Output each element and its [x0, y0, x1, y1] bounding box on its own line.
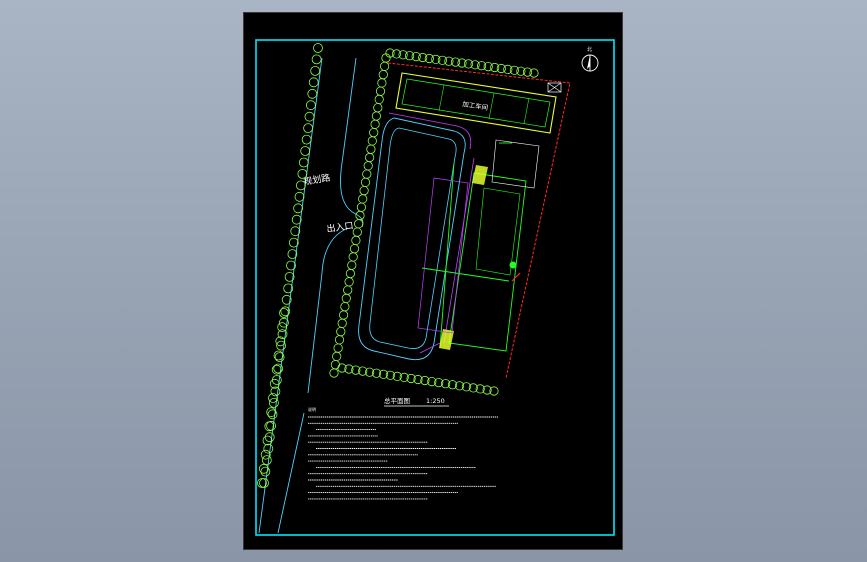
tree-icon — [301, 134, 312, 145]
tree-icon — [360, 177, 371, 187]
tree-icon — [374, 94, 384, 105]
tree-icon — [293, 203, 303, 214]
tree-icon — [366, 144, 376, 154]
cad-drawing-sheet: 北 加工车间 规划路 出入口 总平面图 1:250 说明 — [244, 13, 622, 549]
tree-icon — [291, 214, 302, 225]
tree-icon — [333, 343, 343, 353]
tree-icon — [367, 136, 377, 146]
tree-icon — [260, 449, 271, 460]
tree-icon — [365, 152, 375, 163]
tree-icon — [340, 302, 350, 312]
tree-icon — [529, 68, 539, 78]
tree-row — [257, 43, 539, 488]
tree-icon — [370, 119, 380, 129]
building-label: 加工车间 — [462, 99, 489, 112]
scale-title: 总平面图 1:250 — [384, 396, 449, 407]
tree-icon — [297, 168, 308, 179]
tree-icon — [264, 421, 275, 432]
tree-icon — [358, 194, 368, 204]
tree-icon — [294, 191, 305, 202]
tree-icon — [362, 169, 372, 179]
tree-icon — [288, 237, 299, 248]
planned-road — [258, 57, 364, 534]
tree-icon — [306, 100, 316, 111]
tree-icon — [262, 435, 273, 446]
scale-ratio-text: 1:250 — [426, 397, 445, 405]
tree-icon — [351, 235, 361, 245]
tree-icon — [352, 227, 362, 237]
tree-icon — [263, 443, 274, 454]
tree-icon — [369, 128, 379, 138]
tree-icon — [371, 111, 381, 121]
tree-icon — [266, 420, 277, 431]
tree-icon — [264, 432, 275, 443]
tree-icon — [258, 463, 269, 474]
tree-icon — [345, 268, 356, 279]
notes-heading: 说明 — [308, 406, 316, 412]
tree-icon — [308, 77, 319, 88]
entrance-label: 出入口 — [326, 219, 354, 235]
tree-icon — [304, 111, 315, 122]
tree-icon — [347, 260, 357, 270]
tree-icon — [375, 86, 386, 96]
tree-icon — [344, 277, 354, 287]
site-plan-drawing: 北 加工车间 规划路 出入口 总平面图 1:250 说明 — [255, 39, 615, 536]
tree-icon — [355, 210, 365, 221]
tree-icon — [348, 252, 358, 262]
tree-icon — [303, 123, 313, 133]
tree-icon — [259, 478, 269, 488]
tree-icon — [341, 293, 351, 303]
tree-icon — [330, 360, 341, 370]
tree-icon — [339, 310, 349, 320]
tree-icon — [290, 226, 301, 237]
tree-icon — [257, 478, 267, 488]
tree-icon — [359, 186, 369, 196]
tree-icon — [298, 157, 309, 168]
tree-icon — [354, 219, 364, 229]
tree-icon — [336, 326, 346, 337]
tree-icon — [313, 43, 323, 53]
tree-icon — [334, 335, 345, 345]
tree-icon — [349, 244, 360, 254]
tree-icon — [332, 351, 342, 361]
tree-icon — [380, 61, 390, 71]
design-notes: 说明 — [308, 406, 498, 500]
tree-icon — [377, 78, 387, 88]
north-label: 北 — [587, 46, 592, 53]
tree-icon — [266, 407, 277, 418]
running-track — [358, 112, 475, 361]
tree-icon — [373, 103, 383, 113]
tree-icon — [311, 54, 322, 65]
tree-icon — [356, 202, 367, 212]
tree-icon — [378, 69, 388, 80]
north-arrow-icon: 北 — [581, 46, 599, 72]
tree-icon — [300, 146, 311, 156]
tree-icon — [337, 318, 347, 328]
tree-icon — [329, 368, 339, 378]
tree-icon — [343, 285, 353, 295]
tree-icon — [310, 66, 321, 76]
tree-icon — [363, 161, 373, 171]
scale-title-text: 总平面图 — [384, 396, 410, 405]
hatched-areas — [439, 165, 517, 350]
tree-icon — [307, 88, 318, 99]
